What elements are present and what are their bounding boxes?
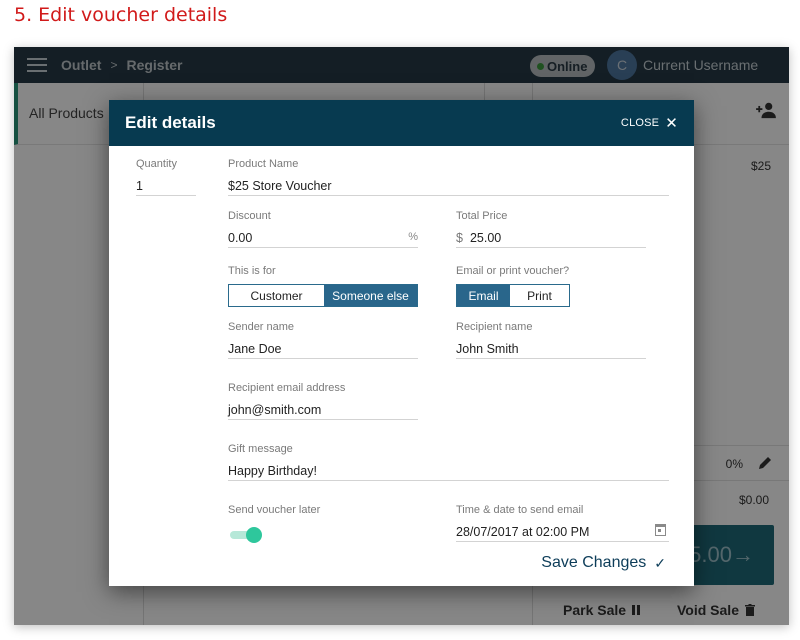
discount-input[interactable]: 0.00 % [228,228,418,248]
recipient-email-input[interactable]: john@smith.com [228,400,418,420]
send-later-label: Send voucher later [228,504,321,516]
send-later-toggle[interactable] [228,526,262,544]
total-price-label: Total Price [456,210,508,222]
send-time-field: Time & date to send email 28/07/2017 at … [456,504,669,542]
product-name-input[interactable]: $25 Store Voucher [228,176,669,196]
delivery-segmented: Email Print [456,284,570,307]
save-changes-label: Save Changes [541,554,647,571]
close-button[interactable]: CLOSE ✕ [621,116,678,131]
option-someone-else[interactable]: Someone else [324,285,417,306]
discount-label: Discount [228,210,271,222]
this-is-for-field: This is for Customer Someone else [228,265,418,307]
sender-name-label: Sender name [228,321,295,333]
quantity-input[interactable]: 1 [136,176,196,196]
send-time-value: 28/07/2017 at 02:00 PM [456,524,590,539]
total-price-field: Total Price $ 25.00 [456,210,646,248]
discount-value: 0.00 [228,230,253,245]
delivery-field: Email or print voucher? Email Print [456,265,570,307]
product-name-label: Product Name [228,158,299,170]
calendar-icon[interactable] [655,524,666,536]
sender-name-field: Sender name Jane Doe [228,321,418,359]
send-time-input[interactable]: 28/07/2017 at 02:00 PM [456,522,669,542]
currency-prefix: $ [456,230,463,245]
close-icon: ✕ [665,114,678,132]
percent-suffix: % [408,231,418,243]
option-customer[interactable]: Customer [229,285,324,306]
option-email[interactable]: Email [457,285,510,306]
sender-name-input[interactable]: Jane Doe [228,339,418,359]
quantity-label: Quantity [136,158,177,170]
option-print[interactable]: Print [510,285,569,306]
edit-details-dialog: Edit details CLOSE ✕ Quantity 1 Product … [109,100,694,586]
recipient-email-field: Recipient email address john@smith.com [228,382,418,420]
recipient-name-label: Recipient name [456,321,533,333]
this-is-for-segmented: Customer Someone else [228,284,418,307]
recipient-name-input[interactable]: John Smith [456,339,646,359]
dialog-title: Edit details [125,113,216,132]
toggle-thumb [246,527,262,543]
page-caption: 5. Edit voucher details [14,4,228,26]
send-later-field: Send voucher later [228,504,418,544]
gift-message-field: Gift message Happy Birthday! [228,443,669,481]
total-price-value: 25.00 [469,230,502,245]
quantity-field: Quantity 1 [136,158,196,196]
total-price-input[interactable]: $ 25.00 [456,228,646,248]
discount-field: Discount 0.00 % [228,210,418,248]
this-is-for-label: This is for [228,265,276,277]
check-icon: ✓ [654,554,666,571]
gift-message-input[interactable]: Happy Birthday! [228,461,669,481]
recipient-email-label: Recipient email address [228,382,346,394]
recipient-name-field: Recipient name John Smith [456,321,646,359]
dialog-header: Edit details CLOSE ✕ [109,100,694,146]
delivery-label: Email or print voucher? [456,265,570,277]
save-changes-button[interactable]: Save Changes ✓ [541,554,666,572]
gift-message-label: Gift message [228,443,293,455]
send-time-label: Time & date to send email [456,504,584,516]
close-label: CLOSE [620,117,660,129]
product-name-field: Product Name $25 Store Voucher [228,158,669,196]
